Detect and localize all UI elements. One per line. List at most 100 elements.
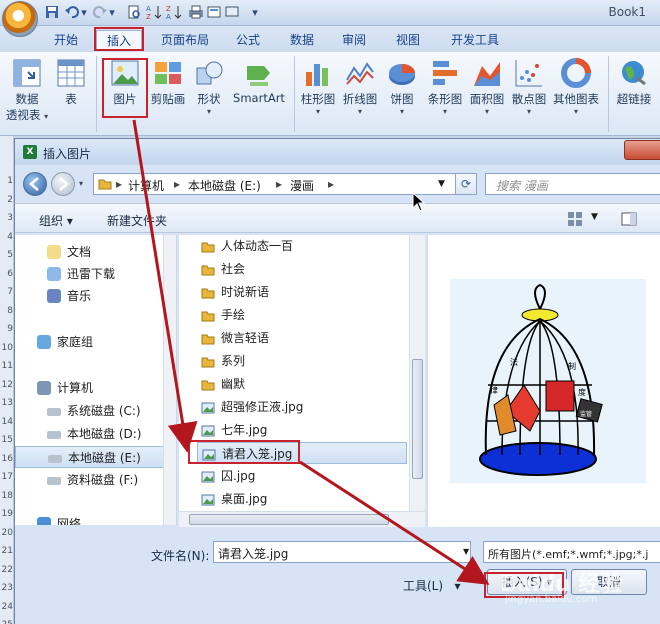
breadcrumb-separator: ▸: [276, 177, 283, 191]
tab-insert[interactable]: 插入: [96, 30, 142, 50]
image-file-icon: [201, 492, 215, 506]
customize-icon[interactable]: ▾: [250, 4, 260, 20]
pie-chart-label: 饼图: [390, 92, 414, 106]
insert-button[interactable]: 插入(S) ▾: [487, 569, 567, 595]
drive-icon: [47, 431, 61, 439]
undo-icon[interactable]: [64, 4, 80, 20]
folder-item[interactable]: 社会: [197, 258, 407, 280]
tab-formulas[interactable]: 公式: [226, 30, 270, 50]
sort-asc-icon[interactable]: AZ: [146, 4, 162, 20]
nav-item[interactable]: 音乐: [15, 285, 175, 307]
nav-item[interactable]: 网络: [15, 513, 175, 525]
nav-scrollbar[interactable]: [163, 235, 176, 525]
nav-item[interactable]: 迅雷下载: [15, 263, 175, 285]
screen-icon[interactable]: [224, 4, 240, 20]
sort-desc-icon[interactable]: ZA: [166, 4, 182, 20]
file-list-hscrollbar[interactable]: [179, 511, 425, 527]
folder-item[interactable]: 幽默: [197, 373, 407, 395]
undo-dropdown-icon[interactable]: ▾: [80, 4, 88, 20]
file-label: 囚.jpg: [221, 469, 256, 483]
file-item[interactable]: 桌面.jpg: [197, 488, 407, 510]
organize-button[interactable]: 组织 ▾: [39, 212, 73, 229]
row-number: 3: [7, 213, 13, 223]
bar-chart-button[interactable]: 条形图 ▾: [424, 58, 466, 116]
nav-item[interactable]: 资料磁盘 (F:): [15, 469, 175, 491]
address-dropdown-icon[interactable]: ▼: [438, 179, 445, 189]
area-chart-button[interactable]: 面积图 ▾: [466, 58, 508, 116]
nav-item[interactable]: 计算机: [15, 377, 175, 399]
search-input[interactable]: 搜索 漫画: [485, 173, 660, 195]
forward-button[interactable]: [51, 172, 75, 196]
print-preview-icon[interactable]: [126, 4, 142, 20]
preview-pane-icon[interactable]: [621, 211, 637, 230]
quick-print-icon[interactable]: [188, 4, 204, 20]
save-icon[interactable]: [44, 4, 60, 20]
filename-dropdown-icon[interactable]: ▼: [463, 547, 469, 556]
shapes-button[interactable]: 形状 ▾: [190, 58, 228, 116]
nav-item[interactable]: 家庭组: [15, 331, 175, 353]
refresh-button[interactable]: ⟳: [455, 173, 477, 195]
new-folder-button[interactable]: 新建文件夹: [107, 212, 167, 229]
line-chart-button[interactable]: 折线图 ▾: [340, 58, 380, 116]
folder-item[interactable]: 时说新语: [197, 281, 407, 303]
folder-icon: [201, 285, 215, 299]
redo-icon[interactable]: [92, 4, 108, 20]
address-bar[interactable]: ▸ 计算机 ▸ 本地磁盘 (E:) ▸ 漫画 ▸ ▼: [93, 173, 459, 195]
recent-locations-dropdown[interactable]: ▾: [79, 179, 83, 188]
music-icon: [47, 289, 61, 303]
nav-item[interactable]: 系统磁盘 (C:): [15, 400, 175, 422]
row-number: 21: [1, 546, 13, 556]
folder-item[interactable]: 系列: [197, 350, 407, 372]
back-button[interactable]: [23, 172, 47, 196]
chevron-down-icon: ▾: [399, 107, 404, 116]
row-number: 7: [7, 287, 13, 297]
nav-item[interactable]: 本地磁盘 (E:): [15, 446, 175, 468]
tab-review[interactable]: 审阅: [332, 30, 376, 50]
breadcrumb-computer[interactable]: 计算机: [128, 177, 164, 194]
row-header-strip: 1234567891011121314151617181920212223242…: [0, 136, 14, 624]
file-item[interactable]: 超强修正液.jpg: [197, 396, 407, 418]
tab-developer[interactable]: 开发工具: [440, 30, 510, 50]
column-chart-button[interactable]: 柱形图 ▾: [298, 58, 338, 116]
nav-item[interactable]: 本地磁盘 (D:): [15, 423, 175, 445]
dialog-toolbar: 组织 ▾ 新建文件夹 ▼: [15, 203, 660, 233]
file-item[interactable]: 囚.jpg: [197, 465, 407, 487]
file-label: 时说新语: [221, 285, 270, 299]
view-icon[interactable]: [206, 4, 222, 20]
breadcrumb-manhua[interactable]: 漫画: [290, 177, 314, 194]
filename-input[interactable]: 请君入笼.jpg: [213, 541, 471, 563]
file-item[interactable]: 七年.jpg: [197, 419, 407, 441]
hyperlink-button[interactable]: 超链接: [612, 58, 656, 107]
office-button[interactable]: [2, 1, 38, 37]
view-dropdown-icon[interactable]: ▼: [591, 212, 598, 222]
pie-chart-button[interactable]: 饼图 ▾: [382, 58, 422, 116]
smartart-button[interactable]: SmartArt: [230, 58, 288, 105]
other-charts-button[interactable]: 其他图表 ▾: [550, 58, 602, 116]
line-chart-label: 折线图: [342, 92, 378, 106]
tab-data[interactable]: 数据: [280, 30, 324, 50]
scatter-chart-button[interactable]: 散点图 ▾: [508, 58, 550, 116]
folder-icon: [201, 262, 215, 276]
folder-item[interactable]: 手绘: [197, 304, 407, 326]
clipart-button[interactable]: 剪贴画: [148, 58, 188, 107]
pivot-table-button[interactable]: 数据 透视表 ▾: [4, 58, 50, 123]
tab-page-layout[interactable]: 页面布局: [150, 30, 220, 50]
filetype-select[interactable]: 所有图片(*.emf;*.wmf;*.jpg;*.j: [483, 541, 660, 563]
close-button[interactable]: [624, 140, 660, 160]
row-number: 6: [7, 268, 13, 279]
navigation-pane: 文档 迅雷下载 音乐家庭组计算机 系统磁盘 (C:) 本地磁盘 (D:) 本地磁盘 (E:…: [15, 235, 177, 525]
folder-item[interactable]: 人体动态一百: [197, 235, 407, 257]
tools-button[interactable]: 工具(L) ▾: [403, 577, 461, 594]
redo-dropdown-icon[interactable]: ▾: [108, 4, 116, 20]
nav-item[interactable]: 文档: [15, 241, 175, 263]
tab-view[interactable]: 视图: [386, 30, 430, 50]
view-options-icon[interactable]: [567, 211, 583, 230]
file-item[interactable]: 请君入笼.jpg: [197, 442, 407, 464]
picture-button[interactable]: 图片: [104, 58, 146, 107]
tab-home[interactable]: 开始: [44, 30, 88, 50]
cancel-button[interactable]: 取消: [571, 569, 647, 595]
folder-item[interactable]: 微言轻语: [197, 327, 407, 349]
table-button[interactable]: 表: [54, 58, 88, 107]
breadcrumb-drive-e[interactable]: 本地磁盘 (E:): [188, 177, 261, 194]
file-list-scrollbar[interactable]: [409, 235, 425, 511]
